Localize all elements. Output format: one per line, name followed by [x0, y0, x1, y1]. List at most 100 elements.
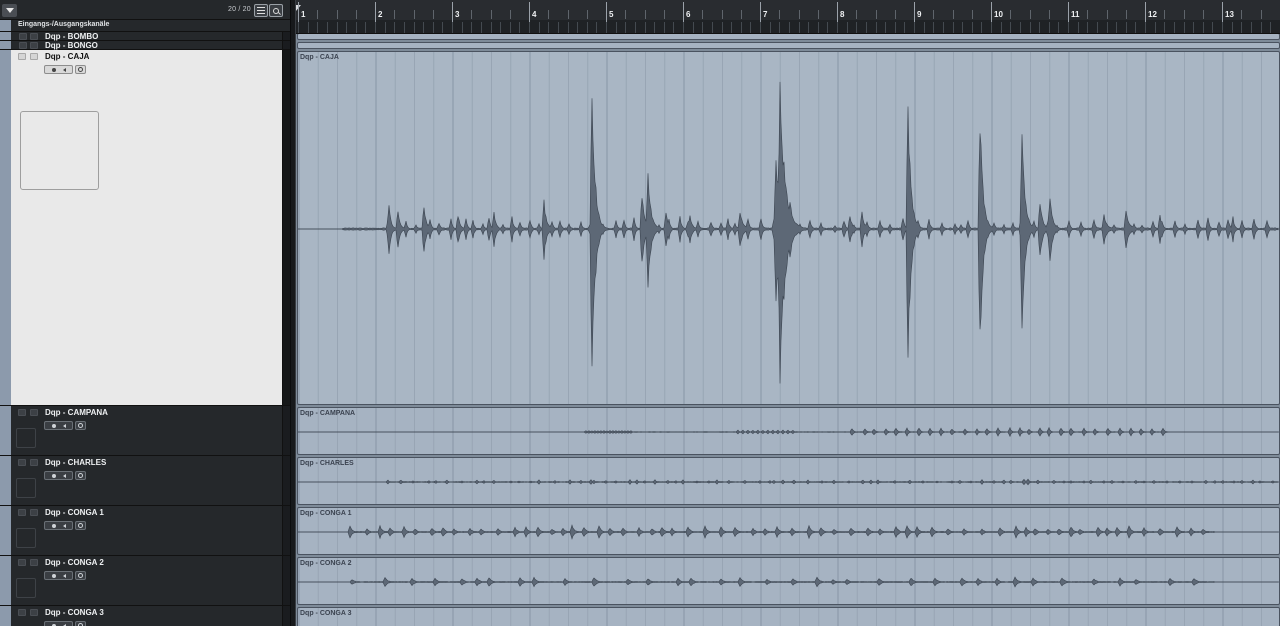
- ruler-sub-tick: [586, 22, 588, 33]
- search-icon[interactable]: [269, 4, 283, 17]
- record-monitor-group[interactable]: [44, 521, 73, 530]
- lane-charles[interactable]: Dqp - CHARLES: [296, 456, 1280, 506]
- ruler-bar-label: 10: [994, 10, 1003, 19]
- ruler-sub-tick: [500, 22, 502, 33]
- track-name: Dqp - BONGO: [45, 41, 98, 50]
- ruler-beat-tick: [702, 10, 704, 19]
- chevron-down-icon[interactable]: [2, 4, 17, 17]
- track-charles[interactable]: Dqp - CHARLES: [0, 456, 290, 506]
- track-controls: [44, 621, 86, 626]
- ruler-sub-tick: [548, 22, 550, 33]
- solo-icon[interactable]: [30, 33, 38, 40]
- folder-toggle-icon[interactable]: [19, 42, 27, 49]
- solo-icon[interactable]: [30, 509, 38, 516]
- track-body: Dqp - CHARLES: [11, 456, 282, 505]
- track-bongo[interactable]: Dqp - BONGO: [0, 41, 290, 50]
- record-monitor-group[interactable]: [44, 621, 73, 626]
- track-io-folder[interactable]: Eingangs-/Ausgangskanäle: [0, 20, 290, 32]
- audio-event-charles[interactable]: Dqp - CHARLES: [297, 457, 1280, 505]
- lane-bombo[interactable]: [296, 34, 1280, 41]
- ruler-beat-tick: [971, 10, 973, 19]
- solo-icon[interactable]: [30, 53, 38, 60]
- track-bombo[interactable]: Dqp - BOMBO: [0, 32, 290, 41]
- monitor-speaker-icon[interactable]: [62, 473, 66, 478]
- read-write-icon[interactable]: [75, 471, 86, 480]
- monitor-speaker-icon[interactable]: [62, 573, 66, 578]
- mute-icon[interactable]: [18, 53, 26, 60]
- track-conga-2[interactable]: Dqp - CONGA 2: [0, 556, 290, 606]
- audio-event-conga-1[interactable]: Dqp - CONGA 1: [297, 507, 1280, 555]
- solo-icon[interactable]: [30, 409, 38, 416]
- mute-icon[interactable]: [18, 509, 26, 516]
- record-enable-icon[interactable]: [51, 67, 56, 72]
- record-enable-icon[interactable]: [51, 423, 56, 428]
- audio-event-conga-3[interactable]: Dqp - CONGA 3: [297, 607, 1280, 626]
- ruler-bar-label: 4: [532, 10, 537, 19]
- ruler-beat-tick: [644, 10, 646, 19]
- list-icon[interactable]: [254, 4, 268, 17]
- track-picture-slot[interactable]: [16, 478, 36, 498]
- track-campana[interactable]: Dqp - CAMPANA: [0, 406, 290, 456]
- record-monitor-group[interactable]: [44, 571, 73, 580]
- track-conga-3[interactable]: Dqp - CONGA 3: [0, 606, 290, 626]
- ruler-sub-tick: [837, 22, 838, 33]
- track-conga-1[interactable]: Dqp - CONGA 1: [0, 506, 290, 556]
- ruler-sub-tick: [760, 22, 761, 33]
- solo-icon[interactable]: [30, 609, 38, 616]
- audio-event-caja[interactable]: Dqp - CAJA: [297, 51, 1280, 405]
- mute-icon[interactable]: [18, 609, 26, 616]
- track-caja-selected[interactable]: Dqp - CAJA: [0, 50, 290, 406]
- mute-icon[interactable]: [18, 459, 26, 466]
- record-monitor-group[interactable]: [44, 421, 73, 430]
- ruler-sub-tick: [788, 22, 790, 33]
- ruler-sub-tick: [962, 22, 964, 33]
- ruler-bar-label: 5: [609, 10, 614, 19]
- timeline-ruler[interactable]: 1 2 3 4 5 6 7 8 9 10 11 12 13: [296, 0, 1280, 34]
- lane-conga-1[interactable]: Dqp - CONGA 1: [296, 506, 1280, 556]
- lane-campana[interactable]: Dqp - CAMPANA: [296, 406, 1280, 456]
- lane-conga-3[interactable]: Dqp - CONGA 3: [296, 606, 1280, 626]
- ruler-sub-tick: [856, 22, 858, 33]
- lane-conga-2[interactable]: Dqp - CONGA 2: [296, 556, 1280, 606]
- track-picture-slot[interactable]: [16, 428, 36, 448]
- record-enable-icon[interactable]: [51, 473, 56, 478]
- ruler-beat-tick: [798, 10, 800, 19]
- lane-caja[interactable]: Dqp - CAJA: [296, 50, 1280, 406]
- ruler-beat-tick: [933, 10, 935, 19]
- audio-event-conga-2[interactable]: Dqp - CONGA 2: [297, 557, 1280, 605]
- read-write-icon[interactable]: [75, 571, 86, 580]
- audio-event-campana[interactable]: Dqp - CAMPANA: [297, 407, 1280, 455]
- ruler-beat-tick: [856, 10, 858, 19]
- record-monitor-group[interactable]: [44, 471, 73, 480]
- read-write-icon[interactable]: [75, 421, 86, 430]
- record-enable-icon[interactable]: [51, 573, 56, 578]
- mute-icon[interactable]: [18, 559, 26, 566]
- track-color-gutter: [0, 606, 11, 626]
- solo-icon[interactable]: [30, 459, 38, 466]
- track-body: Dqp - CONGA 2: [11, 556, 282, 605]
- solo-icon[interactable]: [30, 559, 38, 566]
- event-display[interactable]: Dqp - CAJA Dqp - CAMPANA Dqp - CHARLES D…: [296, 34, 1280, 626]
- track-picture-slot[interactable]: [16, 528, 36, 548]
- monitor-speaker-icon[interactable]: [62, 523, 66, 528]
- ruler-bar-lane[interactable]: [296, 0, 1280, 20]
- track-controls: [44, 65, 86, 74]
- folder-toggle-icon[interactable]: [19, 33, 27, 40]
- track-controls: [44, 471, 86, 480]
- audio-event[interactable]: [297, 34, 1280, 40]
- read-write-icon[interactable]: [75, 65, 86, 74]
- monitor-speaker-icon[interactable]: [62, 67, 66, 72]
- track-name: Dqp - CONGA 1: [45, 508, 104, 517]
- read-write-icon[interactable]: [75, 521, 86, 530]
- mute-icon[interactable]: [18, 409, 26, 416]
- record-enable-icon[interactable]: [51, 523, 56, 528]
- lane-bongo[interactable]: [296, 41, 1280, 50]
- monitor-speaker-icon[interactable]: [62, 423, 66, 428]
- ruler-bar-label: 11: [1071, 10, 1080, 19]
- solo-icon[interactable]: [30, 42, 38, 49]
- audio-event[interactable]: [297, 42, 1280, 49]
- track-picture-slot[interactable]: [20, 111, 99, 190]
- track-picture-slot[interactable]: [16, 578, 36, 598]
- record-monitor-group[interactable]: [44, 65, 73, 74]
- read-write-icon[interactable]: [75, 621, 86, 626]
